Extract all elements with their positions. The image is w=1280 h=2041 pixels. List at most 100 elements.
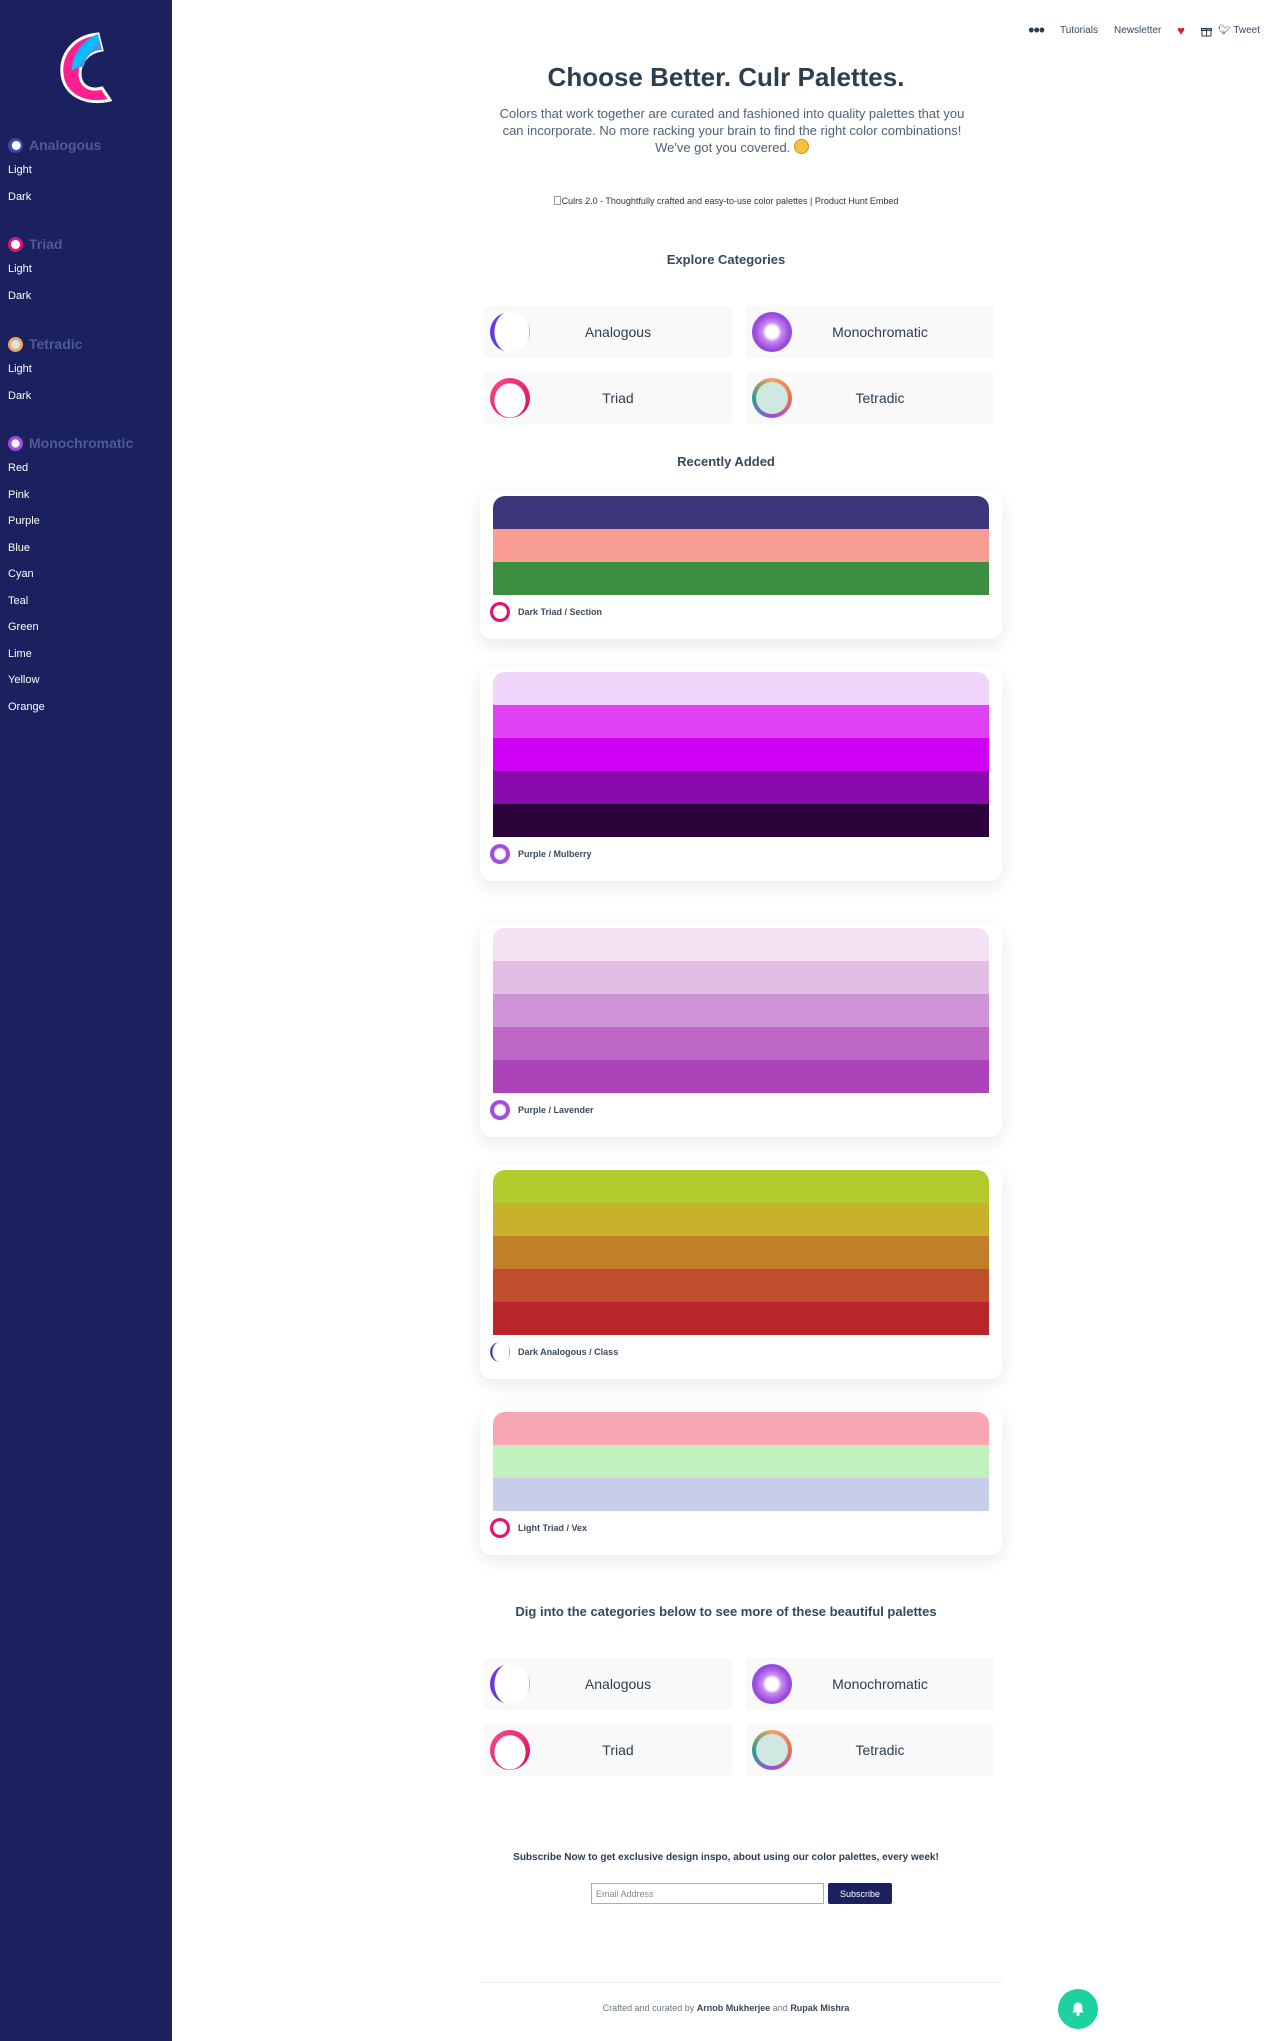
palette-color-swatch[interactable] bbox=[493, 529, 989, 562]
sidebar-item-cyan[interactable]: Cyan bbox=[8, 561, 133, 588]
palette-color-swatch[interactable] bbox=[493, 1302, 989, 1335]
product-hunt-embed[interactable]: Culrs 2.0 - Thoughtfully crafted and eas… bbox=[172, 196, 1280, 206]
triad-icon bbox=[490, 378, 530, 418]
sidebar-heading-label: Triad bbox=[29, 236, 63, 252]
gift-icon[interactable] bbox=[1201, 26, 1212, 40]
category-analogous[interactable]: Analogous bbox=[484, 1658, 732, 1710]
recently-added-title: Recently Added bbox=[677, 454, 775, 469]
palette-tag-label: Light Triad / Vex bbox=[518, 1523, 588, 1533]
analogous-icon bbox=[490, 1664, 530, 1704]
palette-stripes bbox=[493, 928, 989, 1093]
sidebar-item-analogous-dark[interactable]: Dark bbox=[8, 184, 101, 211]
sidebar-heading-monochromatic[interactable]: Monochromatic bbox=[8, 431, 133, 455]
category-grid-top: Analogous Monochromatic Triad Tetradic bbox=[484, 306, 1004, 424]
email-field[interactable] bbox=[591, 1883, 824, 1904]
sidebar-section-analogous: Analogous Light Dark bbox=[8, 133, 101, 210]
sidebar-item-yellow[interactable]: Yellow bbox=[8, 667, 133, 694]
explore-categories-title: Explore Categories bbox=[666, 252, 786, 267]
sidebar-item-tetradic-light[interactable]: Light bbox=[8, 356, 82, 383]
tweet-label: Tweet bbox=[1233, 24, 1260, 36]
palette-card[interactable]: Purple / Lavender bbox=[480, 923, 1002, 1137]
palette-card[interactable]: Purple / Mulberry bbox=[480, 667, 1002, 881]
palette-color-swatch[interactable] bbox=[493, 1236, 989, 1269]
sidebar-item-tetradic-dark[interactable]: Dark bbox=[8, 383, 82, 410]
tetradic-icon bbox=[8, 336, 23, 352]
category-monochromatic[interactable]: Monochromatic bbox=[746, 306, 994, 358]
palette-color-swatch[interactable] bbox=[493, 738, 989, 771]
category-analogous[interactable]: Analogous bbox=[484, 306, 732, 358]
palette-color-swatch[interactable] bbox=[493, 1412, 989, 1445]
palette-color-swatch[interactable] bbox=[493, 1445, 989, 1478]
triad-icon bbox=[490, 1730, 530, 1770]
palette-stripes bbox=[493, 496, 989, 595]
subscribe-button[interactable]: Subscribe bbox=[828, 1883, 892, 1904]
palette-color-swatch[interactable] bbox=[493, 1203, 989, 1236]
sidebar-heading-triad[interactable]: Triad bbox=[8, 232, 62, 256]
sidebar-item-blue[interactable]: Blue bbox=[8, 535, 133, 562]
nav-tutorials-link[interactable]: Tutorials bbox=[1060, 25, 1098, 36]
heart-icon[interactable]: ♥ bbox=[1177, 23, 1185, 38]
palette-color-swatch[interactable] bbox=[493, 1170, 989, 1203]
monochromatic-icon bbox=[752, 1664, 792, 1704]
palette-color-swatch[interactable] bbox=[493, 1478, 989, 1511]
palette-stripes bbox=[493, 672, 989, 837]
notification-bell-button[interactable] bbox=[1058, 1989, 1098, 2029]
category-triad[interactable]: Triad bbox=[484, 1724, 732, 1776]
category-tetradic[interactable]: Tetradic bbox=[746, 372, 994, 424]
footer-author-link[interactable]: Rupak Mishra bbox=[790, 2003, 849, 2013]
palette-color-swatch[interactable] bbox=[493, 961, 989, 994]
sidebar-item-red[interactable]: Red bbox=[8, 455, 133, 482]
palette-tag-label: Dark Triad / Section bbox=[518, 607, 603, 617]
palette-tag-label: Dark Analogous / Class bbox=[518, 1347, 619, 1357]
palette-color-swatch[interactable] bbox=[493, 1269, 989, 1302]
palette-tag-label: Purple / Lavender bbox=[518, 1105, 594, 1115]
monochromatic-icon bbox=[752, 312, 792, 352]
palette-stripes bbox=[493, 1170, 989, 1335]
sidebar-item-analogous-light[interactable]: Light bbox=[8, 157, 101, 184]
sidebar-item-teal[interactable]: Teal bbox=[8, 588, 133, 615]
page-title: Choose Better. Culr Palettes. bbox=[547, 62, 905, 92]
tetradic-icon bbox=[752, 1730, 792, 1770]
palette-color-swatch[interactable] bbox=[493, 771, 989, 804]
palette-color-swatch[interactable] bbox=[493, 496, 989, 529]
sidebar-heading-analogous[interactable]: Analogous bbox=[8, 133, 101, 157]
sidebar-item-triad-light[interactable]: Light bbox=[8, 256, 62, 283]
sidebar-item-pink[interactable]: Pink bbox=[8, 482, 133, 509]
triad-icon bbox=[490, 602, 510, 622]
footer-author-link[interactable]: Arnob Mukherjee bbox=[697, 2003, 771, 2013]
culrs-logo[interactable] bbox=[58, 30, 116, 106]
palette-card[interactable]: Dark Analogous / Class bbox=[480, 1165, 1002, 1379]
subscribe-title: Subscribe Now to get exclusive design in… bbox=[513, 1852, 939, 1863]
palette-color-swatch[interactable] bbox=[493, 804, 989, 837]
palette-card[interactable]: Dark Triad / Section bbox=[480, 491, 1002, 639]
sidebar-item-triad-dark[interactable]: Dark bbox=[8, 283, 62, 310]
palette-tag[interactable]: Light Triad / Vex bbox=[490, 1518, 587, 1538]
palette-color-swatch[interactable] bbox=[493, 705, 989, 738]
triad-icon bbox=[490, 1518, 510, 1538]
palette-card[interactable]: Light Triad / Vex bbox=[480, 1407, 1002, 1555]
footer-prefix: Crafted and curated by bbox=[602, 2003, 695, 2013]
palette-color-swatch[interactable] bbox=[493, 672, 989, 705]
sidebar-item-orange[interactable]: Orange bbox=[8, 694, 133, 721]
category-triad[interactable]: Triad bbox=[484, 372, 732, 424]
palette-color-swatch[interactable] bbox=[493, 928, 989, 961]
category-monochromatic[interactable]: Monochromatic bbox=[746, 1658, 994, 1710]
palette-tag[interactable]: Dark Analogous / Class bbox=[490, 1342, 618, 1362]
palette-color-swatch[interactable] bbox=[493, 1060, 989, 1093]
tweet-link[interactable]: 🐦︎ Tweet bbox=[1218, 25, 1260, 36]
sidebar-item-green[interactable]: Green bbox=[8, 614, 133, 641]
palette-tag[interactable]: Purple / Mulberry bbox=[490, 844, 592, 864]
palette-color-swatch[interactable] bbox=[493, 562, 989, 595]
sidebar-item-purple[interactable]: Purple bbox=[8, 508, 133, 535]
sidebar-heading-tetradic[interactable]: Tetradic bbox=[8, 332, 82, 356]
more-dots-icon[interactable]: ••• bbox=[1028, 21, 1045, 39]
palette-color-swatch[interactable] bbox=[493, 994, 989, 1027]
category-tetradic[interactable]: Tetradic bbox=[746, 1724, 994, 1776]
nav-newsletter-link[interactable]: Newsletter bbox=[1114, 25, 1161, 36]
palette-tag[interactable]: Dark Triad / Section bbox=[490, 602, 602, 622]
sidebar-item-lime[interactable]: Lime bbox=[8, 641, 133, 668]
product-hunt-alt-text: Culrs 2.0 - Thoughtfully crafted and eas… bbox=[561, 196, 899, 206]
palette-tag[interactable]: Purple / Lavender bbox=[490, 1100, 594, 1120]
analogous-icon bbox=[8, 137, 23, 153]
palette-color-swatch[interactable] bbox=[493, 1027, 989, 1060]
